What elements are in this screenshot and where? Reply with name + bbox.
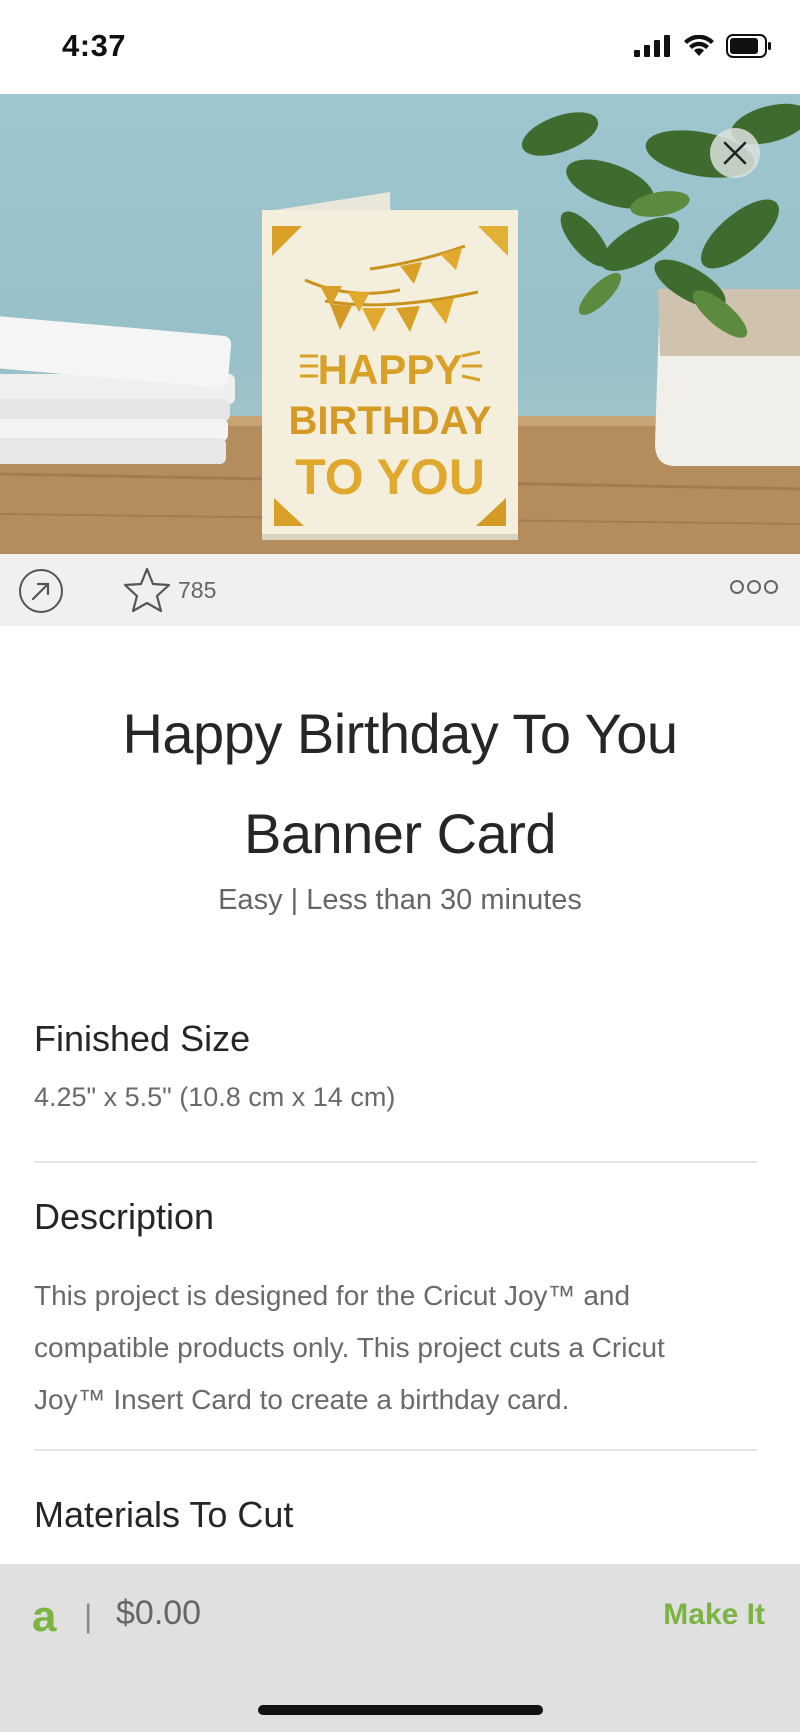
home-indicator[interactable] [258,1705,543,1715]
more-options-button[interactable] [730,580,778,594]
wifi-icon [684,35,714,56]
more-icon [730,580,744,594]
status-bar: 4:37 [0,0,800,94]
project-image: HAPPY BIRTHDAY TO YOU [0,94,800,554]
project-title-line1: Happy Birthday To You [122,702,678,765]
divider [34,1449,757,1451]
card-text-line3: TO YOU [295,449,485,505]
favorite-button[interactable]: 785 [122,566,216,614]
project-title-line2: Banner Card [243,802,557,865]
status-time: 4:37 [62,28,127,63]
divider [34,1161,757,1163]
separator: | [84,1598,93,1634]
project-meta: Easy | Less than 30 minutes [218,884,582,916]
description-text: This project is designed for the Cricut … [34,1280,665,1415]
materials-heading: Materials To Cut [34,1494,294,1535]
action-bar: 785 [0,554,800,626]
finished-size-heading: Finished Size [34,1018,251,1059]
close-icon [723,141,747,165]
card-text-line1: HAPPY [318,346,463,393]
project-title: Happy Birthday To You Banner Card [60,684,740,884]
signal-icon [634,35,670,57]
close-button[interactable] [710,128,760,178]
share-button[interactable] [18,568,64,614]
price: $0.00 [116,1594,202,1632]
star-icon [123,567,171,613]
birthday-card-photo: HAPPY BIRTHDAY TO YOU [0,103,800,554]
finished-size-value: 4.25" x 5.5" (10.8 cm x 14 cm) [34,1082,396,1112]
status-icons [634,34,772,58]
description-heading: Description [34,1196,215,1237]
share-icon [19,569,63,613]
card-text-line2: BIRTHDAY [289,399,492,443]
battery-icon [726,34,771,58]
favorites-count: 785 [178,576,217,603]
make-it-button[interactable]: Make It [663,1598,765,1632]
cricut-access-logo: a [32,1592,57,1641]
